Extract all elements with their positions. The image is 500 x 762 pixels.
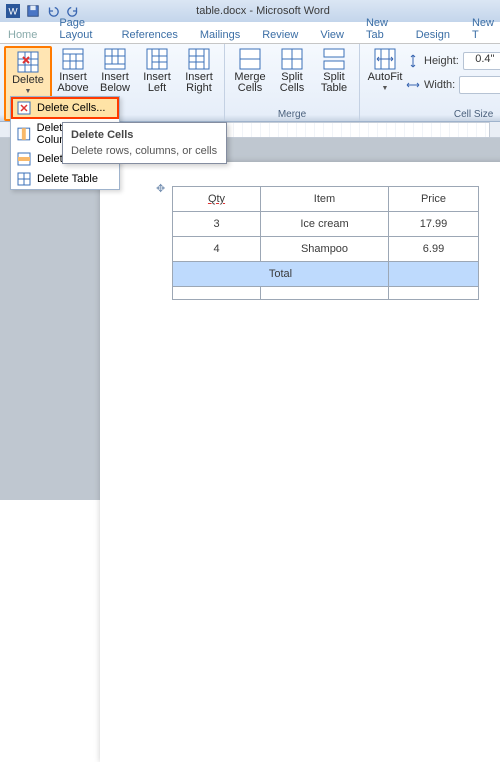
width-label: Width: (424, 79, 455, 91)
insert-right-label: Insert Right (185, 72, 213, 94)
autofit-label: AutoFit (368, 72, 403, 83)
cell-price[interactable]: 17.99 (389, 212, 479, 237)
cell-price[interactable]: 6.99 (389, 237, 479, 262)
table-row (173, 287, 479, 300)
group-merge-label: Merge (225, 109, 359, 120)
insert-left-label: Insert Left (143, 72, 171, 94)
width-row: Width: ▲▼ (406, 74, 500, 96)
word-icon[interactable]: W (4, 2, 22, 20)
cell-empty[interactable] (173, 287, 261, 300)
height-input[interactable]: 0.4" (463, 52, 500, 70)
ribbon-tabs: Home Page Layout References Mailings Rev… (0, 22, 500, 44)
tab-review[interactable]: Review (256, 27, 304, 43)
tab-new-tab-2[interactable]: New T (466, 15, 500, 43)
tooltip: Delete Cells Delete rows, columns, or ce… (62, 122, 227, 164)
insert-left-button[interactable]: Insert Left (136, 46, 178, 121)
tooltip-body: Delete rows, columns, or cells (71, 145, 218, 157)
delete-rows-icon (17, 152, 31, 166)
split-table-label: Split Table (321, 72, 347, 94)
tab-page-layout[interactable]: Page Layout (53, 15, 105, 43)
tab-new-tab[interactable]: New Tab (360, 15, 400, 43)
table-total-row: Total (173, 262, 479, 287)
header-item[interactable]: Item (261, 187, 389, 212)
document-area: ✥ Qty Item Price 3 Ice cream 17.99 4 Sha… (0, 138, 500, 500)
table-row: 3 Ice cream 17.99 (173, 212, 479, 237)
tooltip-title: Delete Cells (71, 129, 218, 141)
tab-home[interactable]: Home (2, 27, 43, 43)
header-price[interactable]: Price (389, 187, 479, 212)
cell-qty[interactable]: 4 (173, 237, 261, 262)
table-anchor-icon[interactable]: ✥ (156, 182, 165, 195)
save-icon[interactable] (24, 2, 42, 20)
insert-right-button[interactable]: Insert Right (178, 46, 220, 121)
dropdown-arrow-icon: ▼ (25, 88, 32, 95)
dropdown-arrow-icon: ▼ (382, 85, 389, 92)
document-table[interactable]: Qty Item Price 3 Ice cream 17.99 4 Shamp… (172, 186, 479, 300)
menu-delete-table[interactable]: Delete Table (11, 169, 119, 189)
cell-item[interactable]: Ice cream (261, 212, 389, 237)
height-icon (406, 54, 420, 68)
group-cell-size: AutoFit ▼ Height: 0.4"▲▼ Width: ▲▼ Distr… (360, 44, 500, 121)
svg-text:W: W (8, 7, 18, 18)
insert-above-label: Insert Above (57, 72, 88, 94)
cell-qty[interactable]: 3 (173, 212, 261, 237)
group-merge: Merge Cells Split Cells Split Table Merg… (225, 44, 360, 121)
cell-empty[interactable] (261, 287, 389, 300)
cell-empty[interactable] (389, 287, 479, 300)
height-label: Height: (424, 55, 459, 67)
insert-below-label: Insert Below (100, 72, 130, 94)
width-input[interactable] (459, 76, 500, 94)
table-header-row: Qty Item Price (173, 187, 479, 212)
split-cells-label: Split Cells (280, 72, 304, 94)
window-title: table.docx - Microsoft Word (56, 5, 470, 17)
header-qty[interactable]: Qty (173, 187, 261, 212)
delete-label: Delete (12, 75, 44, 86)
cell-item[interactable]: Shampoo (261, 237, 389, 262)
cell-total-label[interactable]: Total (173, 262, 389, 287)
table-row: 4 Shampoo 6.99 (173, 237, 479, 262)
tab-view[interactable]: View (314, 27, 350, 43)
group-cellsize-label: Cell Size (360, 109, 500, 120)
cell-total-value[interactable] (389, 262, 479, 287)
tab-design[interactable]: Design (410, 27, 456, 43)
delete-cells-icon (17, 101, 31, 115)
tab-references[interactable]: References (116, 27, 184, 43)
delete-columns-icon (17, 127, 31, 141)
width-icon (406, 78, 420, 92)
height-row: Height: 0.4"▲▼ (406, 50, 500, 72)
tab-mailings[interactable]: Mailings (194, 27, 246, 43)
menu-delete-cells-label: Delete Cells... (37, 102, 105, 114)
delete-table-icon (17, 172, 31, 186)
menu-delete-table-label: Delete Table (37, 173, 98, 185)
menu-delete-cells[interactable]: Delete Cells... (11, 97, 119, 119)
merge-cells-label: Merge Cells (234, 72, 265, 94)
